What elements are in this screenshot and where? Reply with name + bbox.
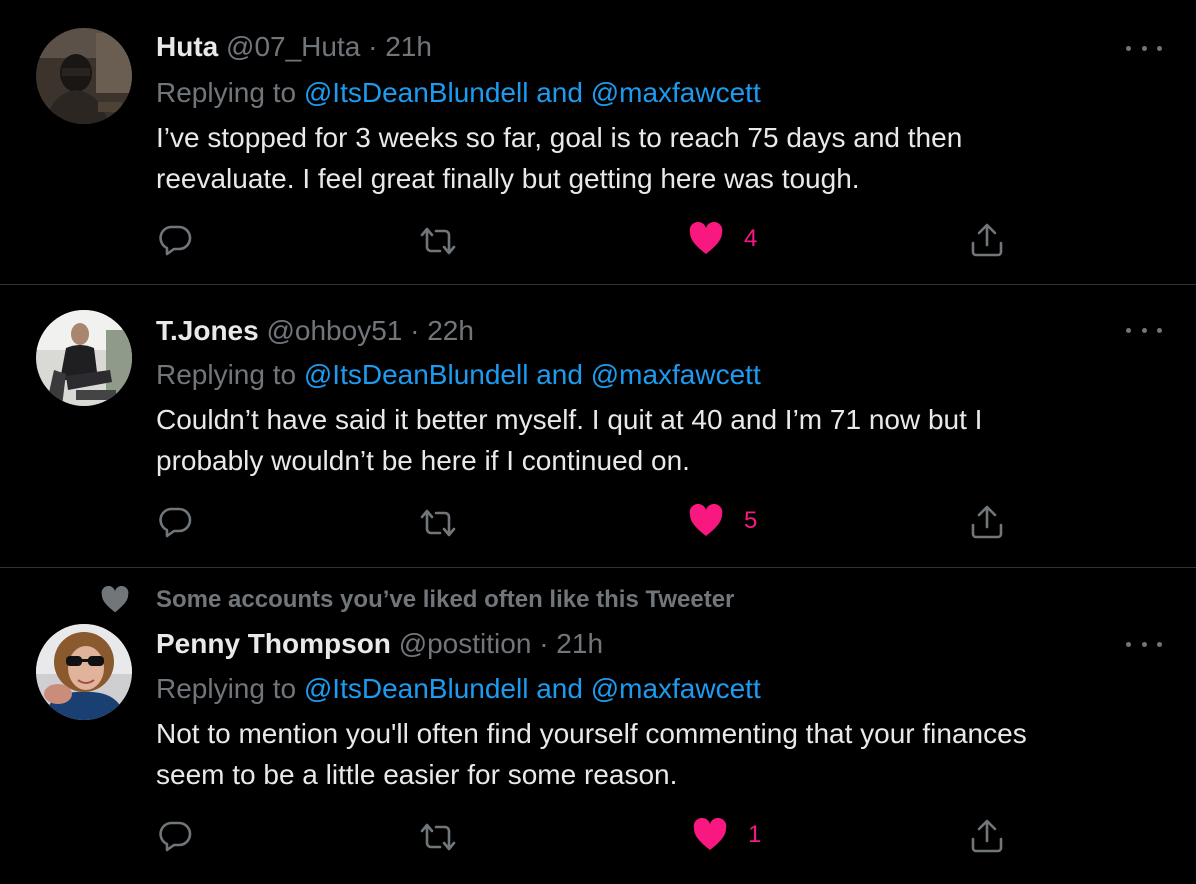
- tweet-huta[interactable]: Huta @07_Huta · 21h Replying to @ItsDean…: [0, 0, 1196, 285]
- author-name[interactable]: T.Jones: [156, 315, 259, 346]
- retweet-icon: [420, 823, 456, 851]
- social-context: Some accounts you’ve liked often like th…: [100, 586, 734, 614]
- reply-button[interactable]: [158, 506, 192, 538]
- avatar[interactable]: [36, 624, 132, 720]
- tweet-text-line: seem to be a little easier for some reas…: [156, 759, 678, 790]
- like-button[interactable]: 4: [688, 222, 757, 256]
- share-button[interactable]: [970, 222, 1004, 258]
- tweet-time[interactable]: 21h: [385, 31, 432, 62]
- share-icon: [971, 223, 1003, 257]
- retweet-icon: [420, 227, 456, 255]
- author-name[interactable]: Penny Thompson: [156, 628, 391, 659]
- more-icon[interactable]: [1126, 320, 1162, 340]
- like-button[interactable]: 5: [688, 504, 757, 538]
- tweet-text-line: Couldn’t have said it better myself. I q…: [156, 404, 983, 435]
- reply-button[interactable]: [158, 224, 192, 256]
- share-icon: [971, 505, 1003, 539]
- author-handle[interactable]: @postition: [399, 628, 532, 659]
- like-count: 5: [744, 507, 758, 534]
- social-context-text: Some accounts you’ve liked often like th…: [156, 586, 735, 613]
- avatar[interactable]: [36, 28, 132, 124]
- reply-mentions[interactable]: @ItsDeanBlundell and @maxfawcett: [304, 77, 761, 108]
- separator: ·: [410, 315, 420, 346]
- tweet-text-line: Not to mention you'll often find yoursel…: [156, 718, 1027, 749]
- author-name[interactable]: Huta: [156, 31, 218, 62]
- tweet-text-line: probably wouldn’t be here if I continued…: [156, 445, 690, 476]
- heart-icon: [693, 818, 727, 850]
- share-button[interactable]: [970, 504, 1004, 540]
- replying-label: Replying to: [156, 673, 297, 704]
- heart-icon: [101, 586, 129, 613]
- more-icon[interactable]: [1126, 634, 1162, 654]
- like-count: 4: [744, 225, 758, 252]
- retweet-button[interactable]: [418, 822, 458, 852]
- tweet-penny-thompson[interactable]: Some accounts you’ve liked often like th…: [0, 568, 1196, 884]
- reply-icon: [159, 225, 192, 256]
- like-button[interactable]: 1: [692, 818, 761, 852]
- share-icon: [971, 819, 1003, 853]
- reply-icon: [159, 821, 192, 852]
- avatar[interactable]: [36, 310, 132, 406]
- author-handle[interactable]: @ohboy51: [266, 315, 402, 346]
- replying-label: Replying to: [156, 359, 297, 390]
- tweet-text-line: reevaluate. I feel great finally but get…: [156, 163, 860, 194]
- tweet-time[interactable]: 21h: [556, 628, 603, 659]
- author-handle[interactable]: @07_Huta: [226, 31, 360, 62]
- retweet-button[interactable]: [418, 508, 458, 538]
- share-button[interactable]: [970, 818, 1004, 854]
- retweet-icon: [420, 509, 456, 537]
- like-count: 1: [748, 821, 762, 848]
- replying-label: Replying to: [156, 77, 297, 108]
- heart-icon: [689, 504, 723, 536]
- separator: ·: [368, 31, 378, 62]
- reply-mentions[interactable]: @ItsDeanBlundell and @maxfawcett: [304, 673, 761, 704]
- reply-icon: [159, 507, 192, 538]
- reply-mentions[interactable]: @ItsDeanBlundell and @maxfawcett: [304, 359, 761, 390]
- separator: ·: [539, 628, 549, 659]
- retweet-button[interactable]: [418, 226, 458, 256]
- tweet-time[interactable]: 22h: [427, 315, 474, 346]
- more-icon[interactable]: [1126, 38, 1162, 58]
- reply-button[interactable]: [158, 820, 192, 852]
- tweet-tjones[interactable]: T.Jones @ohboy51 · 22h Replying to @ItsD…: [0, 285, 1196, 568]
- heart-icon: [689, 222, 723, 254]
- tweet-text-line: I’ve stopped for 3 weeks so far, goal is…: [156, 122, 963, 153]
